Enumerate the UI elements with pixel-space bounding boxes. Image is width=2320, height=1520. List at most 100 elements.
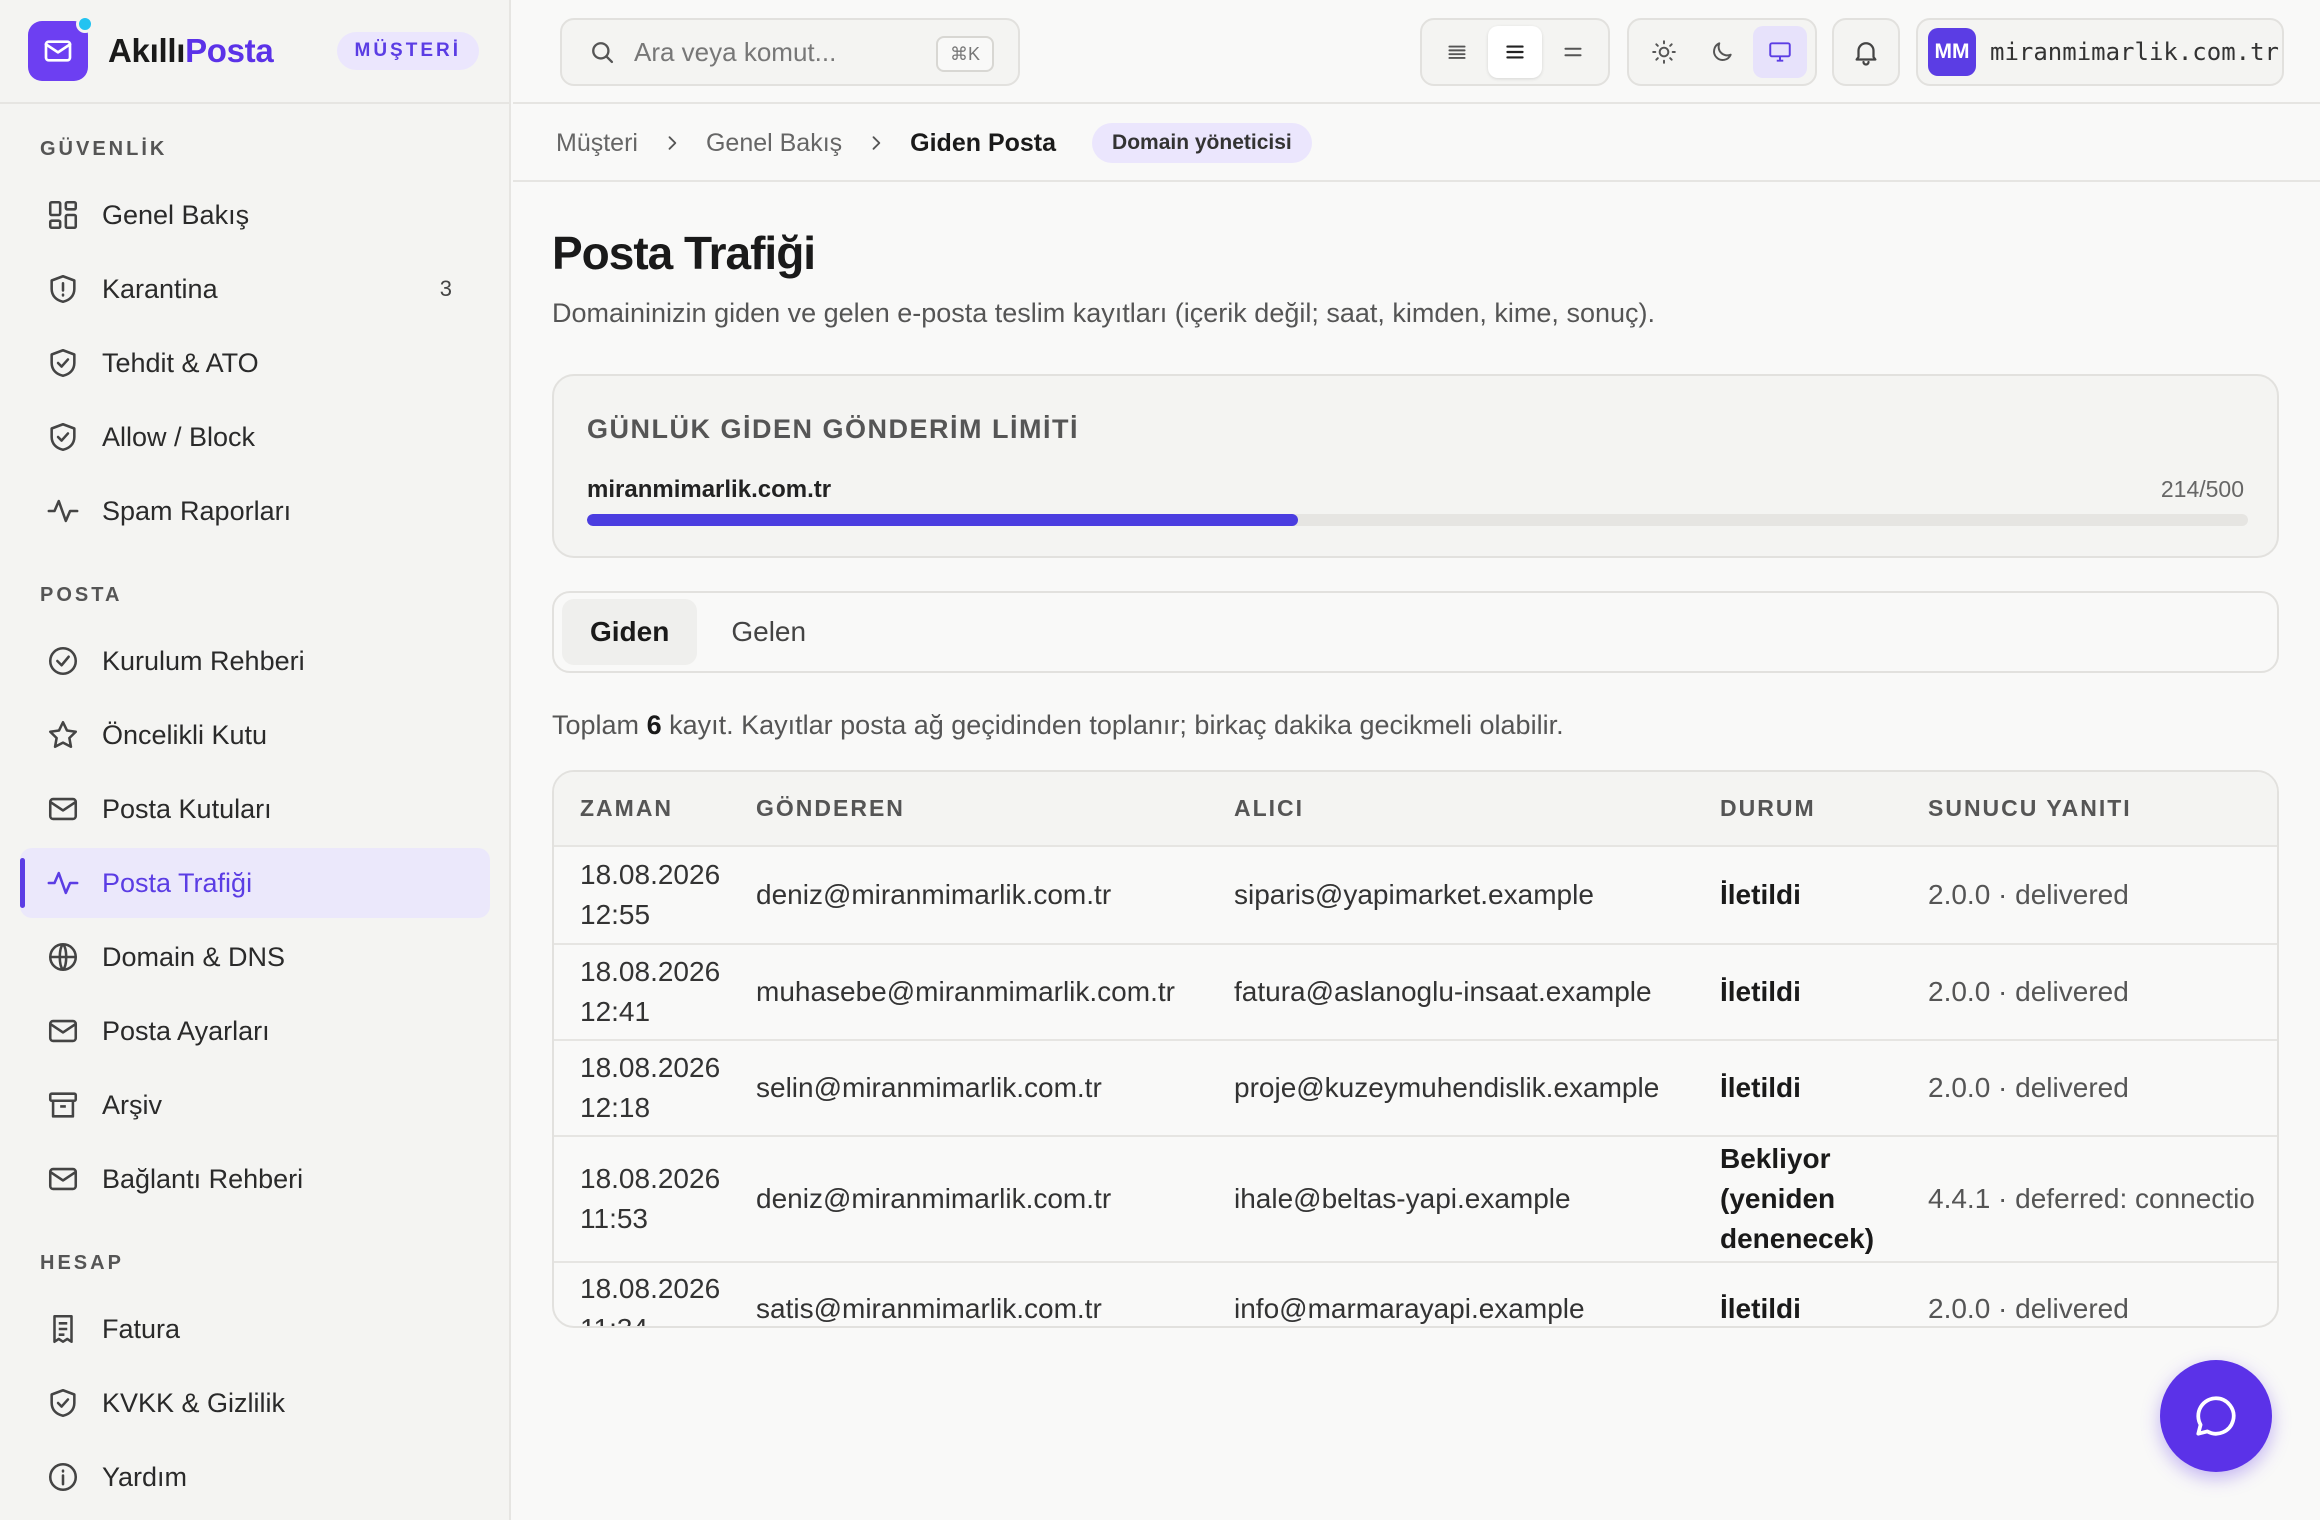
sidebar-item-baglanti-rehberi[interactable]: Bağlantı Rehberi bbox=[20, 1144, 490, 1214]
mail-icon bbox=[48, 1019, 78, 1043]
chat-button[interactable] bbox=[2160, 1360, 2272, 1472]
topbar: ⌘K .seg[data-name="density-toggle"]{widt… bbox=[513, 0, 2320, 104]
cell-response: 2.0.0 · delivered bbox=[1928, 1040, 2277, 1137]
theme-light-button[interactable] bbox=[1637, 26, 1691, 78]
sidebar-item-label: Karantina bbox=[102, 273, 218, 304]
sidebar-item-label: Bağlantı Rehberi bbox=[102, 1163, 304, 1194]
sidebar-item-label: Öncelikli Kutu bbox=[102, 719, 268, 750]
sidebar-item-allow-block[interactable]: Allow / Block bbox=[20, 402, 490, 472]
sidebar-item-genel-bakis[interactable]: Genel Bakış bbox=[20, 180, 490, 250]
density-comfortable-button[interactable] bbox=[1546, 26, 1600, 78]
sidebar-item-label: Kurulum Rehberi bbox=[102, 645, 305, 676]
cell-time: 18.08.2026 11:34 bbox=[554, 1262, 756, 1326]
star-icon bbox=[48, 720, 78, 749]
sidebar-item-karantina[interactable]: Karantina 3 bbox=[20, 254, 490, 324]
search-input[interactable] bbox=[634, 36, 934, 68]
archive-icon bbox=[48, 1092, 78, 1118]
cell-time-text: 11:34 bbox=[580, 1313, 648, 1326]
cell-response: 2.0.0 · delivered bbox=[1928, 846, 2277, 945]
cell-time: 18.08.2026 11:53 bbox=[554, 1136, 756, 1263]
column-header-durum[interactable]: DURUM bbox=[1720, 772, 1928, 847]
column-header-gonderen[interactable]: GÖNDEREN bbox=[756, 772, 1234, 847]
avatar: MM bbox=[1928, 28, 1976, 76]
activity-icon bbox=[47, 499, 79, 523]
sidebar-item-posta-ayarlari[interactable]: Posta Ayarları bbox=[20, 996, 490, 1066]
brand-name-part1: Akıllı bbox=[108, 32, 186, 69]
sun-icon bbox=[1652, 40, 1676, 64]
nav-section-posta: POSTA bbox=[40, 583, 123, 606]
sidebar-item-label: Posta Kutuları bbox=[102, 793, 272, 824]
table-row[interactable]: 18.08.2026 12:41 muhasebe@miranmimarlik.c… bbox=[554, 944, 2277, 1041]
sidebar-item-label: Spam Raporları bbox=[102, 495, 292, 526]
sidebar-item-spam-raporlari[interactable]: Spam Raporları bbox=[20, 476, 490, 546]
theme-dark-button[interactable] bbox=[1695, 26, 1749, 78]
sidebar-item-posta-trafigi[interactable]: Posta Trafiği bbox=[20, 848, 490, 918]
shield-exclamation-icon bbox=[50, 274, 76, 304]
sidebar-item-fatura[interactable]: Fatura bbox=[20, 1294, 490, 1364]
account-domain: miranmimarlik.com.tr bbox=[1990, 38, 2279, 66]
cell-from: selin@miranmimarlik.com.tr bbox=[756, 1040, 1234, 1137]
cell-status: İletildi bbox=[1720, 846, 1928, 945]
density-toggle bbox=[1420, 18, 1610, 86]
breadcrumb-current: Giden Posta bbox=[910, 128, 1057, 157]
page-subtitle: Domaininizin giden ve gelen e-posta tesl… bbox=[552, 298, 1655, 328]
sidebar-item-arsiv[interactable]: Arşiv bbox=[20, 1070, 490, 1140]
sidebar-item-domain-dns[interactable]: Domain & DNS bbox=[20, 922, 490, 992]
breadcrumb-item-musteri[interactable]: Müşteri bbox=[556, 129, 638, 158]
breadcrumb: Müşteri Genel Bakış Giden Posta Domain y… bbox=[513, 106, 2320, 182]
table-row[interactable]: 18.08.2026 11:53 deniz@miranmimarlik.com.… bbox=[554, 1136, 2277, 1263]
column-header-zaman[interactable]: ZAMAN bbox=[554, 772, 756, 847]
density-compact-button[interactable] bbox=[1430, 26, 1484, 78]
sidebar-item-posta-kutulari[interactable]: Posta Kutuları bbox=[20, 774, 490, 844]
mail-icon bbox=[44, 40, 72, 62]
sidebar-item-label: Yardım bbox=[102, 1461, 188, 1492]
chevron-right-icon bbox=[662, 133, 682, 153]
cell-from: deniz@miranmimarlik.com.tr bbox=[756, 1136, 1234, 1263]
cell-time-text: 11:53 bbox=[580, 1203, 648, 1234]
cell-time: 18.08.2026 12:18 bbox=[554, 1040, 756, 1137]
shortcut-hint: ⌘K bbox=[935, 36, 994, 72]
cell-to: ihale@beltas-yapi.example bbox=[1234, 1136, 1720, 1263]
cell-to: info@marmarayapi.example bbox=[1234, 1262, 1720, 1326]
cell-to: proje@kuzeymuhendislik.example bbox=[1234, 1040, 1720, 1137]
cell-status: İletildi bbox=[1720, 1040, 1928, 1137]
account-menu[interactable]: MM miranmimarlik.com.tr bbox=[1916, 18, 2284, 86]
summary-count: 6 bbox=[646, 710, 662, 740]
cell-status: Bekliyor (yeniden denenecek) bbox=[1720, 1136, 1928, 1263]
notifications-button[interactable] bbox=[1832, 18, 1900, 86]
sidebar-item-tehdit-ato[interactable]: Tehdit & ATO bbox=[20, 328, 490, 398]
summary-prefix: Toplam bbox=[552, 710, 640, 740]
brand-name-part2: Posta bbox=[185, 32, 274, 69]
page-title: Posta Trafiği bbox=[552, 227, 816, 279]
sidebar-item-kurulum-rehberi[interactable]: Kurulum Rehberi bbox=[20, 626, 490, 696]
theme-system-button[interactable] bbox=[1753, 26, 1807, 78]
tab-giden[interactable]: Giden bbox=[562, 599, 698, 665]
column-header-alici[interactable]: ALICI bbox=[1234, 772, 1720, 847]
density-default-button[interactable] bbox=[1488, 26, 1542, 78]
cell-status: İletildi bbox=[1720, 1262, 1928, 1326]
sidebar-item-oncelikli-kutu[interactable]: Öncelikli Kutu bbox=[20, 700, 490, 770]
sidebar-item-label: Tehdit & ATO bbox=[102, 347, 259, 378]
column-header-sunucu-yaniti[interactable]: SUNUCU YANITI bbox=[1928, 772, 2277, 847]
receipt-icon bbox=[53, 1314, 73, 1344]
shield-check-icon bbox=[50, 1388, 76, 1418]
brand-logo[interactable] bbox=[28, 15, 94, 81]
bell-icon bbox=[1855, 42, 1877, 66]
cell-to: siparis@yapimarket.example bbox=[1234, 846, 1720, 945]
sidebar-item-label: Posta Trafiği bbox=[102, 867, 253, 898]
role-badge: MÜŞTERİ bbox=[336, 32, 479, 70]
tab-gelen[interactable]: Gelen bbox=[703, 599, 834, 665]
lines-compact-icon bbox=[1448, 45, 1466, 59]
cell-time: 18.08.2026 12:41 bbox=[554, 944, 756, 1041]
cell-time-text: 12:18 bbox=[580, 1092, 651, 1123]
domain-admin-badge: Domain yöneticisi bbox=[1092, 123, 1312, 163]
table-row[interactable]: 18.08.2026 11:34 satis@miranmimarlik.com.… bbox=[554, 1262, 2277, 1326]
sidebar-item-label: KVKK & Gizlilik bbox=[102, 1387, 286, 1418]
table-row[interactable]: 18.08.2026 12:18 selin@miranmimarlik.com.… bbox=[554, 1040, 2277, 1137]
search-box[interactable]: ⌘K bbox=[560, 18, 1020, 86]
sidebar-item-yardim[interactable]: Yardım bbox=[20, 1442, 490, 1512]
check-circle-icon bbox=[48, 646, 78, 676]
breadcrumb-item-genel-bakis[interactable]: Genel Bakış bbox=[706, 129, 842, 158]
table-row[interactable]: 18.08.2026 12:55 deniz@miranmimarlik.com.… bbox=[554, 846, 2277, 945]
sidebar-item-kvkk-gizlilik[interactable]: KVKK & Gizlilik bbox=[20, 1368, 490, 1438]
